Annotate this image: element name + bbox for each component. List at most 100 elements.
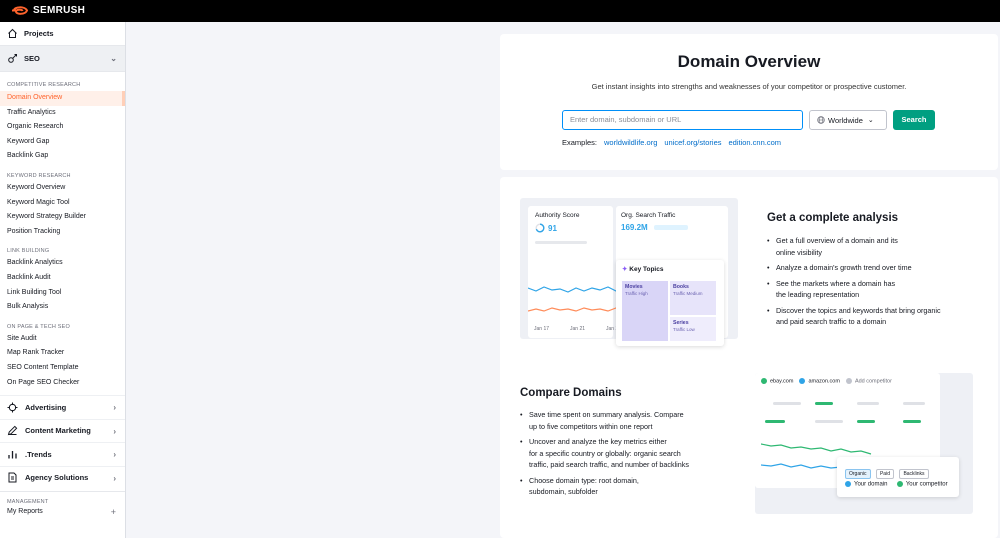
- sidebar-item-projects[interactable]: Projects: [0, 22, 125, 46]
- legend-label: Your competitor: [905, 481, 948, 488]
- chevron-down-icon: ⌄: [110, 54, 117, 63]
- example-link[interactable]: unicef.org/stories: [664, 138, 721, 147]
- org-traffic-label: Org. Search Traffic: [621, 212, 676, 219]
- key-topics-popup: ✦ Key Topics Movies Traffic High Books T…: [616, 260, 724, 346]
- sidebar-item-seo-content-template[interactable]: SEO Content Template: [0, 361, 125, 376]
- competitor-row: ebay.com amazon.com Add competitor: [761, 378, 892, 384]
- region-select[interactable]: Worldwide ⌄: [809, 110, 887, 130]
- sidebar-item-label: Advertising: [25, 402, 67, 412]
- semrush-logo-icon: [12, 6, 29, 15]
- brand-name: SEMRUSH: [33, 5, 86, 16]
- chevron-right-icon: ›: [113, 450, 116, 460]
- analysis-title: Get a complete analysis: [767, 212, 899, 224]
- chevron-right-icon: ›: [113, 473, 116, 483]
- topic-tile: Series Traffic Low: [670, 317, 716, 341]
- sidebar-item-map-rank-tracker[interactable]: Map Rank Tracker: [0, 346, 125, 361]
- sparkle-icon: ✦: [622, 266, 628, 273]
- tab-backlinks: Backlinks: [899, 469, 929, 479]
- sidebar-item-keyword-magic-tool[interactable]: Keyword Magic Tool: [0, 196, 125, 211]
- domain-chip: amazon.com: [799, 378, 840, 384]
- region-value: Worldwide: [828, 115, 863, 125]
- sidebar-item-label: .Trends: [25, 449, 52, 459]
- chevron-right-icon: ›: [113, 403, 116, 413]
- competitor-dot: [896, 481, 903, 487]
- target-icon: [7, 402, 18, 413]
- x-axis-label: Jan 21: [570, 326, 586, 332]
- search-button[interactable]: Search: [893, 110, 935, 130]
- sidebar-item-keyword-overview[interactable]: Keyword Overview: [0, 181, 125, 196]
- features-card: Authority Score 91 Org. Search Traffic 1…: [500, 177, 998, 538]
- examples-row: Examples: worldwildlife.org unicef.org/s…: [562, 138, 781, 147]
- chevron-right-icon: ›: [113, 426, 116, 436]
- plus-icon[interactable]: +: [111, 505, 116, 520]
- sidebar-item-label: Projects: [24, 29, 54, 38]
- seo-icon: [8, 54, 17, 63]
- compare-bullets: Save time spent on summary analysis. Com…: [520, 409, 740, 502]
- list-item: Get a full overview of a domain and its …: [767, 235, 987, 258]
- list-item: Uncover and analyze the key metrics eith…: [520, 436, 740, 471]
- bar-chart-icon: [8, 450, 17, 459]
- example-link[interactable]: worldwildlife.org: [604, 138, 657, 147]
- score-ring-icon: [535, 223, 545, 233]
- globe-icon: [817, 116, 825, 124]
- sidebar-item-trends[interactable]: .Trends ›: [0, 442, 125, 466]
- list-item: See the markets where a domain has the l…: [767, 278, 987, 301]
- sidebar-item-backlink-gap[interactable]: Backlink Gap: [0, 149, 125, 164]
- sidebar-item-backlink-audit[interactable]: Backlink Audit: [0, 271, 125, 286]
- sidebar-item-site-audit[interactable]: Site Audit: [0, 332, 125, 347]
- org-traffic-value: 169.2M: [621, 223, 648, 232]
- sidebar-item-on-page-seo-checker[interactable]: On Page SEO Checker: [0, 376, 125, 391]
- sidebar-item-domain-overview[interactable]: Domain Overview: [0, 91, 125, 106]
- legend-popup: Organic Paid Backlinks Your domain Your …: [837, 457, 959, 497]
- sidebar-item-keyword-gap[interactable]: Keyword Gap: [0, 135, 125, 150]
- compare-title: Compare Domains: [520, 387, 622, 399]
- analysis-bullets: Get a full overview of a domain and its …: [767, 235, 987, 332]
- page-title: Domain Overview: [677, 52, 821, 71]
- document-icon: [8, 472, 17, 483]
- legend-label: Your domain: [854, 481, 888, 488]
- add-competitor-chip: Add competitor: [845, 378, 892, 384]
- tab-paid: Paid: [875, 469, 894, 479]
- page-subtitle: Get instant insights into strengths and …: [591, 82, 907, 91]
- sidebar: Projects SEO ⌄ COMPETITIVE RESEARCH Doma…: [0, 22, 126, 538]
- compare-illustration: ebay.com amazon.com Add competitor Organ…: [755, 373, 973, 514]
- domain-overview-card: Domain Overview Get instant insights int…: [500, 34, 998, 170]
- list-item: Discover the topics and keywords that br…: [767, 305, 987, 328]
- sidebar-item-seo[interactable]: SEO ⌄: [0, 46, 125, 72]
- sidebar-item-agency-solutions[interactable]: Agency Solutions ›: [0, 465, 125, 490]
- authority-panel: Authority Score 91: [528, 206, 613, 338]
- metric-bars: [763, 400, 933, 430]
- sidebar-item-bulk-analysis[interactable]: Bulk Analysis: [0, 300, 125, 315]
- sidebar-item-traffic-analytics[interactable]: Traffic Analytics: [0, 106, 125, 121]
- sidebar-item-my-reports[interactable]: My Reports +: [0, 505, 125, 520]
- pen-icon: [7, 426, 18, 436]
- domain-chip: ebay.com: [761, 378, 793, 384]
- sidebar-item-advertising[interactable]: Advertising ›: [0, 395, 125, 419]
- tab-organic: Organic: [845, 469, 871, 479]
- x-axis-label: Jan 17: [534, 326, 550, 332]
- authority-label: Authority Score: [535, 212, 580, 219]
- your-domain-dot: [845, 481, 851, 487]
- sidebar-item-label: My Reports: [7, 508, 43, 516]
- tab-row: Organic Paid Backlinks: [845, 462, 930, 480]
- sidebar-item-backlink-analytics[interactable]: Backlink Analytics: [0, 256, 125, 271]
- legend-row: Your domain Your competitor: [845, 481, 948, 488]
- sidebar-item-content-marketing[interactable]: Content Marketing ›: [0, 418, 125, 443]
- list-item: Choose domain type: root domain, subdoma…: [520, 475, 740, 498]
- sidebar-item-position-tracking[interactable]: Position Tracking: [0, 225, 125, 240]
- sidebar-item-keyword-strategy-builder[interactable]: Keyword Strategy Builder: [0, 210, 125, 225]
- sidebar-item-link-building-tool[interactable]: Link Building Tool: [0, 286, 125, 301]
- sidebar-item-label: SEO: [24, 54, 40, 63]
- topic-tile: Movies Traffic High: [622, 281, 668, 341]
- domain-search-input[interactable]: Enter domain, subdomain or URL: [562, 110, 803, 130]
- sidebar-item-organic-research[interactable]: Organic Research: [0, 120, 125, 135]
- semrush-logo[interactable]: SEMRUSH: [12, 4, 85, 17]
- top-bar: SEMRUSH: [0, 0, 1000, 22]
- example-link[interactable]: edition.cnn.com: [729, 138, 782, 147]
- chevron-down-icon: ⌄: [867, 117, 874, 124]
- sidebar-item-label: Agency Solutions: [25, 473, 89, 483]
- authority-value: 91: [548, 224, 557, 233]
- analysis-illustration: Authority Score 91 Org. Search Traffic 1…: [520, 198, 738, 346]
- list-item: Analyze a domain's growth trend over tim…: [767, 262, 987, 274]
- list-item: Save time spent on summary analysis. Com…: [520, 409, 740, 432]
